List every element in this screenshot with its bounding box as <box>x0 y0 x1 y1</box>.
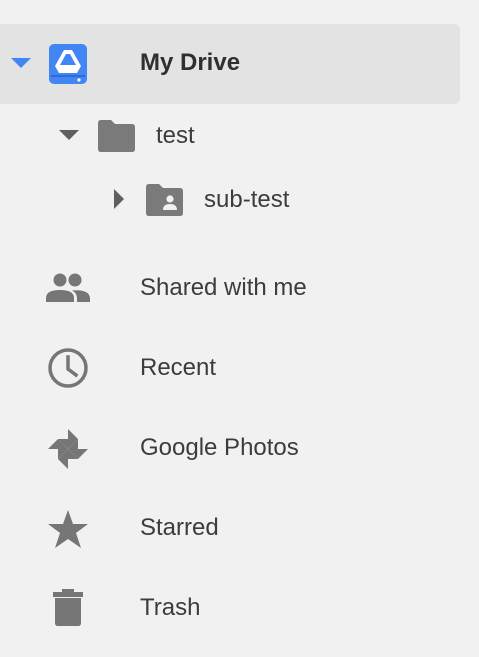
nav-item-trash[interactable]: Trash <box>0 578 479 638</box>
folder-icon <box>95 118 137 154</box>
caret-right-icon[interactable] <box>112 188 126 210</box>
star-icon <box>47 509 89 549</box>
shared-folder-icon <box>143 182 185 218</box>
nav-item-starred[interactable]: Starred <box>0 498 479 558</box>
nav-item-label: Trash <box>140 594 201 621</box>
nav-item-shared-with-me[interactable]: Shared with me <box>0 258 479 318</box>
folder-label: test <box>156 122 195 149</box>
people-icon <box>45 271 91 305</box>
caret-down-icon[interactable] <box>10 56 32 70</box>
clock-icon <box>47 347 89 389</box>
nav-item-label: Google Photos <box>140 434 299 461</box>
caret-down-icon[interactable] <box>58 128 80 142</box>
nav-item-label: My Drive <box>140 49 241 76</box>
nav-item-label: Recent <box>140 354 217 381</box>
nav-item-label: Shared with me <box>140 274 307 301</box>
nav-item-recent[interactable]: Recent <box>0 338 479 398</box>
nav-item-my-drive[interactable]: My Drive <box>0 24 460 104</box>
trash-icon <box>53 589 83 627</box>
drive-icon <box>48 43 88 85</box>
pinwheel-icon <box>46 427 90 471</box>
nav-item-google-photos[interactable]: Google Photos <box>0 418 479 478</box>
folder-label: sub-test <box>204 186 290 213</box>
nav-item-label: Starred <box>140 514 219 541</box>
drive-navigation: My Drive test sub-test Shared with me Re… <box>0 0 479 657</box>
folder-item-sub-test[interactable]: sub-test <box>0 176 479 224</box>
folder-item-test[interactable]: test <box>0 112 479 160</box>
